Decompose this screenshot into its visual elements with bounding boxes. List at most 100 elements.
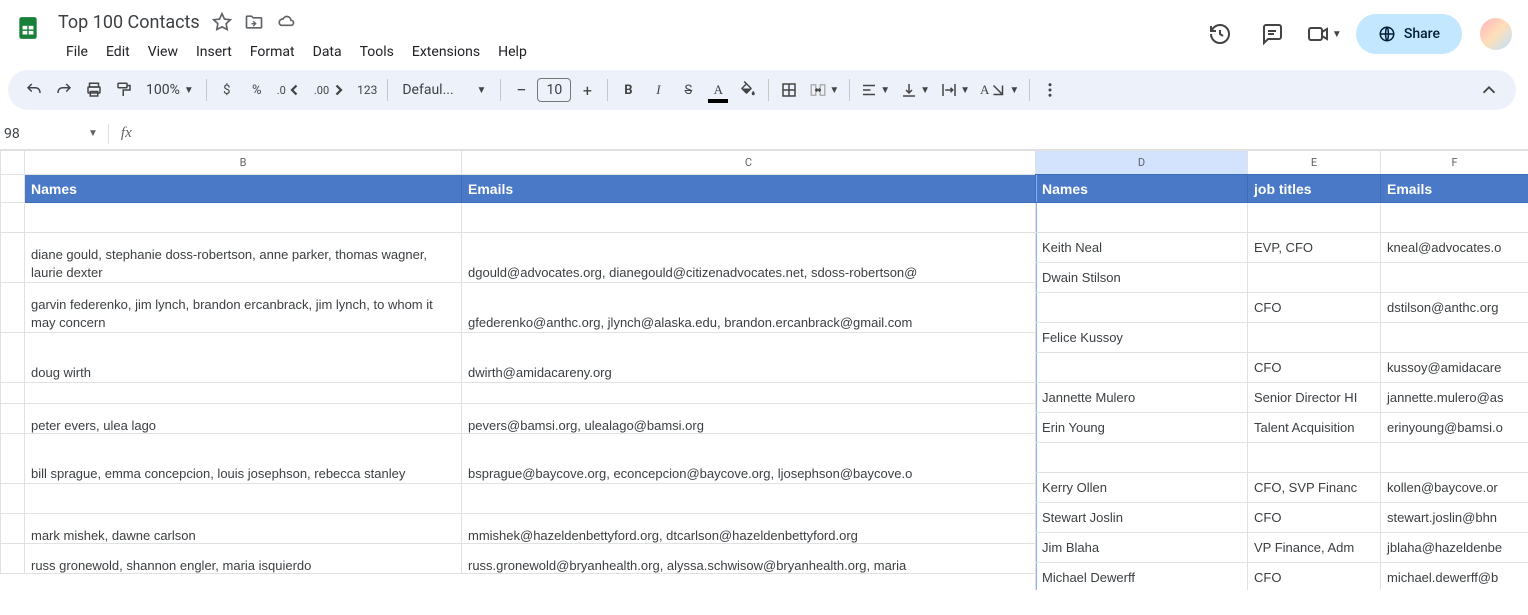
menu-view[interactable]: View	[140, 40, 186, 64]
increase-decimal-button[interactable]: .00	[310, 76, 351, 104]
cell[interactable]: diane gould, stephanie doss-robertson, a…	[25, 233, 462, 283]
col-header-E[interactable]: E	[1248, 151, 1381, 175]
cell[interactable]: erinyoung@bamsi.o	[1381, 413, 1528, 443]
cell[interactable]: stewart.joslin@bhn	[1381, 503, 1528, 533]
cell[interactable]: CFO	[1248, 503, 1381, 533]
percent-button[interactable]: %	[243, 76, 271, 104]
paint-format-button[interactable]	[110, 76, 138, 104]
cloud-status-icon[interactable]	[276, 12, 296, 32]
decrease-font-button[interactable]: −	[507, 76, 535, 104]
italic-button[interactable]: I	[644, 76, 672, 104]
cell[interactable]: mmishek@hazeldenbettyford.org, dtcarlson…	[462, 514, 1036, 544]
font-select[interactable]: Defaul...▼	[394, 82, 494, 98]
cell[interactable]: Keith Neal	[1036, 233, 1248, 263]
undo-button[interactable]	[20, 76, 48, 104]
history-icon[interactable]	[1200, 14, 1240, 54]
fill-color-button[interactable]	[734, 76, 762, 104]
cell[interactable]: jblaha@hazeldenbe	[1381, 533, 1528, 563]
cell[interactable]	[462, 484, 1036, 514]
star-icon[interactable]	[212, 12, 232, 32]
cell[interactable]: CFO, SVP Financ	[1248, 473, 1381, 503]
cell[interactable]: dstilson@anthc.org	[1381, 293, 1528, 323]
cell[interactable]: kneal@advocates.o	[1381, 233, 1528, 263]
borders-button[interactable]	[775, 76, 803, 104]
col-header-B[interactable]: B	[25, 151, 462, 175]
decrease-decimal-button[interactable]: .0	[273, 76, 308, 104]
menu-data[interactable]: Data	[305, 40, 350, 64]
cell[interactable]	[1381, 323, 1528, 353]
share-button[interactable]: Share	[1356, 14, 1462, 54]
cell[interactable]	[1381, 203, 1528, 233]
cell[interactable]: russ.gronewold@bryanhealth.org, alyssa.s…	[462, 544, 1036, 574]
cell[interactable]: CFO	[1248, 353, 1381, 383]
cell[interactable]	[1248, 263, 1381, 293]
cell[interactable]: michael.dewerff@b	[1381, 563, 1528, 591]
zoom-select[interactable]: 100%▼	[140, 82, 200, 98]
cell[interactable]	[1036, 443, 1248, 473]
cell[interactable]: mark mishek, dawne carlson	[25, 514, 462, 544]
account-avatar[interactable]	[1480, 18, 1512, 50]
bold-button[interactable]: B	[614, 76, 642, 104]
cell[interactable]	[1036, 203, 1248, 233]
cell[interactable]	[25, 203, 462, 233]
valign-button[interactable]: ▼	[896, 76, 934, 104]
menu-file[interactable]: File	[58, 40, 96, 64]
cell[interactable]	[1036, 293, 1248, 323]
col-header-C[interactable]: C	[462, 151, 1036, 175]
meet-button[interactable]: ▼	[1304, 14, 1344, 54]
cell[interactable]: dwirth@amidacareny.org	[462, 333, 1036, 383]
cell[interactable]: kussoy@amidacare	[1381, 353, 1528, 383]
cell[interactable]: CFO	[1248, 293, 1381, 323]
collapse-toolbar-button[interactable]	[1474, 76, 1504, 104]
cell[interactable]: kollen@baycove.or	[1381, 473, 1528, 503]
cell[interactable]: Stewart Joslin	[1036, 503, 1248, 533]
namebox-dropdown-icon[interactable]: ▼	[88, 128, 98, 139]
cell[interactable]: EVP, CFO	[1248, 233, 1381, 263]
print-button[interactable]	[80, 76, 108, 104]
cell[interactable]: dgould@advocates.org, dianegould@citizen…	[462, 233, 1036, 283]
more-toolbar-button[interactable]	[1036, 76, 1064, 104]
cell[interactable]: VP Finance, Adm	[1248, 533, 1381, 563]
cell[interactable]	[25, 383, 462, 404]
cell[interactable]: Jannette Mulero	[1036, 383, 1248, 413]
menu-tools[interactable]: Tools	[352, 40, 402, 64]
col-header-F[interactable]: F	[1381, 151, 1528, 175]
move-folder-icon[interactable]	[244, 12, 264, 32]
doc-title[interactable]: Top 100 Contacts	[58, 12, 200, 33]
cell[interactable]	[462, 203, 1036, 233]
cell[interactable]: bill sprague, emma concepcion, louis jos…	[25, 434, 462, 484]
cell[interactable]	[1381, 443, 1528, 473]
cell[interactable]	[462, 383, 1036, 404]
cell[interactable]: pevers@bamsi.org, ulealago@bamsi.org	[462, 404, 1036, 434]
cell[interactable]: Felice Kussoy	[1036, 323, 1248, 353]
col-header-D[interactable]: D	[1036, 151, 1248, 175]
cell[interactable]: Dwain Stilson	[1036, 263, 1248, 293]
formula-bar[interactable]	[138, 126, 1520, 142]
redo-button[interactable]	[50, 76, 78, 104]
select-all-corner[interactable]	[1, 151, 25, 175]
menu-help[interactable]: Help	[490, 40, 535, 64]
currency-button[interactable]: $	[213, 76, 241, 104]
cell[interactable]: Erin Young	[1036, 413, 1248, 443]
cell[interactable]: bsprague@baycove.org, econcepcion@baycov…	[462, 434, 1036, 484]
header-cell-emails[interactable]: Emails	[462, 175, 1036, 203]
cell[interactable]: peter evers, ulea lago	[25, 404, 462, 434]
menu-edit[interactable]: Edit	[98, 40, 138, 64]
cell[interactable]: Kerry Ollen	[1036, 473, 1248, 503]
cell[interactable]	[1248, 323, 1381, 353]
font-size-input[interactable]: 10	[537, 78, 571, 102]
rotate-button[interactable]: A▼	[976, 76, 1023, 104]
menu-extensions[interactable]: Extensions	[404, 40, 488, 64]
sheets-logo[interactable]	[8, 8, 48, 48]
cell[interactable]	[25, 484, 462, 514]
cell[interactable]	[1036, 353, 1248, 383]
strike-button[interactable]: S	[674, 76, 702, 104]
cell[interactable]	[1381, 263, 1528, 293]
cell[interactable]: doug wirth	[25, 333, 462, 383]
merge-button[interactable]: ▼	[805, 76, 843, 104]
cell[interactable]	[1248, 203, 1381, 233]
wrap-button[interactable]: ▼	[936, 76, 974, 104]
cell[interactable]: jannette.mulero@as	[1381, 383, 1528, 413]
halign-button[interactable]: ▼	[856, 76, 894, 104]
header-cell-names2-ov[interactable]: Names	[1036, 175, 1248, 203]
